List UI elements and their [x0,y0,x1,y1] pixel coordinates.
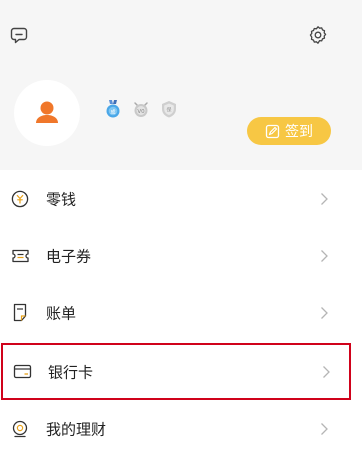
growth-medal-badge[interactable]: 成 [104,100,122,118]
wallet-menu: 零钱 电子券 账单 银行卡 我的理财 [0,170,362,457]
edit-check-icon [265,124,280,138]
bank-card-icon [12,362,32,382]
menu-item-label: 账单 [46,304,77,322]
menu-item-bank-card[interactable]: 银行卡 [1,343,351,400]
menu-item-label: 零钱 [46,190,77,208]
message-icon[interactable] [8,24,30,46]
user-avatar-icon [36,101,58,123]
gear-icon[interactable] [307,24,329,46]
bill-icon [10,303,30,323]
finance-icon [10,419,30,439]
menu-item-label: 电子券 [46,247,92,265]
menu-item-my-finance[interactable]: 我的理财 [0,400,362,457]
svg-text:V0: V0 [137,109,145,115]
chevron-right-icon [321,192,328,205]
avatar[interactable] [14,80,80,146]
sign-in-label: 签到 [285,124,313,140]
shield-badge[interactable]: 保 [160,100,178,118]
chevron-right-icon [321,249,328,262]
yuan-coin-icon [10,189,30,209]
svg-text:保: 保 [166,107,171,114]
sign-in-button[interactable]: 签到 [247,117,331,145]
svg-text:成: 成 [110,108,115,115]
chevron-right-icon [321,306,328,319]
menu-item-bill[interactable]: 账单 [0,284,362,341]
coupon-icon [10,246,30,266]
badge-group: 成 V0 保 [104,100,178,118]
chevron-right-icon [323,365,330,378]
menu-item-label: 我的理财 [46,420,107,438]
menu-item-label: 银行卡 [48,363,94,381]
menu-item-change[interactable]: 零钱 [0,170,362,227]
chevron-right-icon [321,422,328,435]
menu-item-coupons[interactable]: 电子券 [0,227,362,284]
vip-badge[interactable]: V0 [132,100,150,118]
profile-header: 成 V0 保 签到 [0,0,362,170]
